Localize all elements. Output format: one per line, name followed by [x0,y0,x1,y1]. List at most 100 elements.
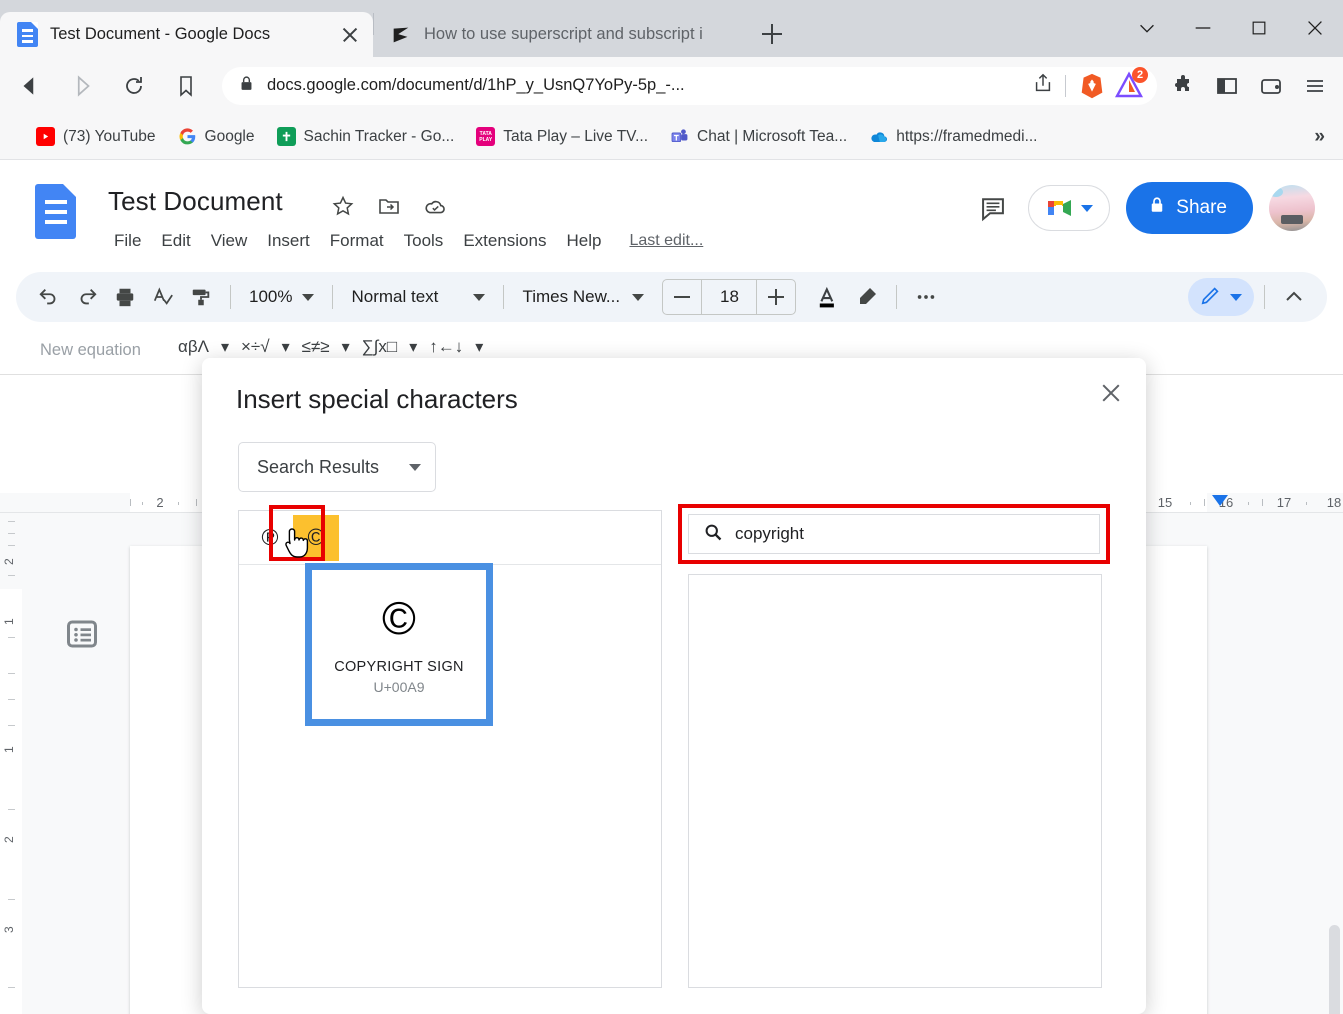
new-tab-button[interactable] [754,16,790,52]
ruler-number: 3 [2,926,16,933]
close-icon[interactable] [1094,376,1128,410]
forward-icon[interactable] [60,64,104,108]
edit-mode-button[interactable] [1188,278,1254,316]
star-icon[interactable] [330,193,356,219]
character-detail-panel[interactable] [688,574,1102,988]
menu-extensions[interactable]: Extensions [453,228,556,254]
paragraph-style-value: Normal text [351,287,439,306]
zoom-dropdown[interactable]: 100% [241,280,322,314]
menu-view[interactable]: View [201,228,258,254]
equation-group-operators[interactable]: ×÷√ [241,337,270,357]
vertical-ruler[interactable]: 2 1 1 2 3 4 5 6 [0,513,22,1014]
character-cell-copyright[interactable]: © [293,514,339,561]
bookmark-icon[interactable] [164,64,208,108]
browser-tab-active[interactable]: Test Document - Google Docs [0,12,373,57]
document-outline-icon[interactable] [64,616,100,652]
docs-header: Test Document File Edit View Insert Form… [0,160,1343,272]
wallet-icon[interactable] [1251,66,1291,106]
ruler-number: 2 [2,836,16,843]
menu-tools[interactable]: Tools [394,228,454,254]
character-cell-sound-recording[interactable]: ℗ [247,515,293,561]
paint-format-icon[interactable] [182,278,220,316]
chevron-down-icon[interactable] [1119,0,1175,55]
minimize-icon[interactable] [1175,0,1231,55]
search-input[interactable]: copyright [688,514,1100,554]
bookmark-label: Google [204,127,255,145]
new-equation-label[interactable]: New equation [40,341,141,360]
menu-insert[interactable]: Insert [257,228,320,254]
equation-group-greek[interactable]: αβΛ [178,337,209,357]
vertical-scrollbar[interactable] [1329,925,1340,1014]
chevron-down-icon[interactable] [1230,293,1242,301]
browser-tabstrip-background: Test Document - Google Docs How to use s… [0,0,1343,57]
bookmark-item[interactable]: (73) YouTube [36,122,156,152]
move-to-folder-icon[interactable] [376,193,402,219]
character-results-panel[interactable]: ℗ © © COPYRIGHT SIGN U+00A9 [238,505,662,988]
increase-font-size-button[interactable] [757,280,795,314]
undo-icon[interactable] [30,278,68,316]
divider [1065,74,1066,97]
font-value: Times New... [522,287,621,306]
cloud-saved-icon[interactable] [422,193,448,219]
bookmark-label: Sachin Tracker - Go... [303,127,455,145]
bookmark-item[interactable]: Chat | Microsoft Tea... [670,122,847,152]
divider [230,285,231,309]
close-icon[interactable] [1287,0,1343,55]
bookmarks-overflow-button[interactable]: » [1314,126,1325,148]
reload-icon[interactable] [112,64,156,108]
bookmark-item[interactable]: Sachin Tracker - Go... [276,122,455,152]
highlight-icon[interactable] [848,278,886,316]
lock-icon [1148,196,1166,220]
equation-caret: ▾ [281,339,290,356]
equation-caret: ▾ [220,339,229,356]
menu-edit[interactable]: Edit [151,228,200,254]
collapse-toolbar-icon[interactable] [1275,278,1313,316]
menu-help[interactable]: Help [556,228,611,254]
address-bar[interactable]: docs.google.com/document/d/1hP_y_UsnQ7Yo… [222,66,1157,105]
share-icon[interactable] [1032,72,1054,99]
category-dropdown[interactable]: Search Results [238,442,436,492]
chevron-down-icon [473,293,486,301]
text-color-icon[interactable] [810,278,848,316]
decrease-font-size-button[interactable] [663,280,701,314]
flag-icon [388,22,414,48]
bookmark-item[interactable]: https://framedmedi... [869,122,1037,152]
brave-lion-icon[interactable] [1077,71,1107,101]
google-meet-button[interactable] [1028,185,1111,231]
right-indent-marker[interactable] [1212,495,1228,506]
chevron-down-icon[interactable] [1080,204,1093,212]
ruler-number: 2 [2,558,16,565]
close-icon[interactable] [337,22,363,48]
youtube-icon [36,127,55,146]
font-size-value[interactable]: 18 [701,280,758,314]
maximize-icon[interactable] [1231,0,1287,55]
browser-tab-inactive[interactable]: How to use superscript and subscript i [374,12,744,57]
comment-icon[interactable] [974,189,1012,227]
back-icon[interactable] [8,64,52,108]
search-field-wrapper: copyright [678,504,1110,564]
puzzle-extensions-icon[interactable] [1163,66,1203,106]
equation-group-relations[interactable]: ≤≠≥ [302,337,330,357]
title-action-icons [330,193,448,219]
hamburger-menu-icon[interactable] [1295,66,1335,106]
bookmarks-bar: (73) YouTube Google Sachin Tracker - Go.… [0,114,1343,160]
font-dropdown[interactable]: Times New... [514,280,652,314]
brave-shields-icon[interactable]: 2 [1113,66,1148,102]
equation-group-math[interactable]: ∑∫x□ [362,337,398,357]
redo-icon[interactable] [68,278,106,316]
equation-group-arrows[interactable]: ↑←↓ [429,337,463,357]
paragraph-style-dropdown[interactable]: Normal text [343,280,493,314]
bookmark-item[interactable]: Google [178,122,255,152]
avatar[interactable] [1269,185,1315,231]
last-edit-label[interactable]: Last edit... [629,232,703,250]
menu-file[interactable]: File [104,228,151,254]
more-options-icon[interactable] [907,278,945,316]
sidebar-panel-icon[interactable] [1207,66,1247,106]
page-title[interactable]: Test Document [108,186,283,217]
print-icon[interactable] [106,278,144,316]
menu-format[interactable]: Format [320,228,394,254]
share-button[interactable]: Share [1126,182,1253,234]
bookmark-item[interactable]: TATA PLAY Tata Play – Live TV... [476,122,648,152]
google-docs-icon[interactable] [35,184,76,239]
spellcheck-icon[interactable] [144,278,182,316]
